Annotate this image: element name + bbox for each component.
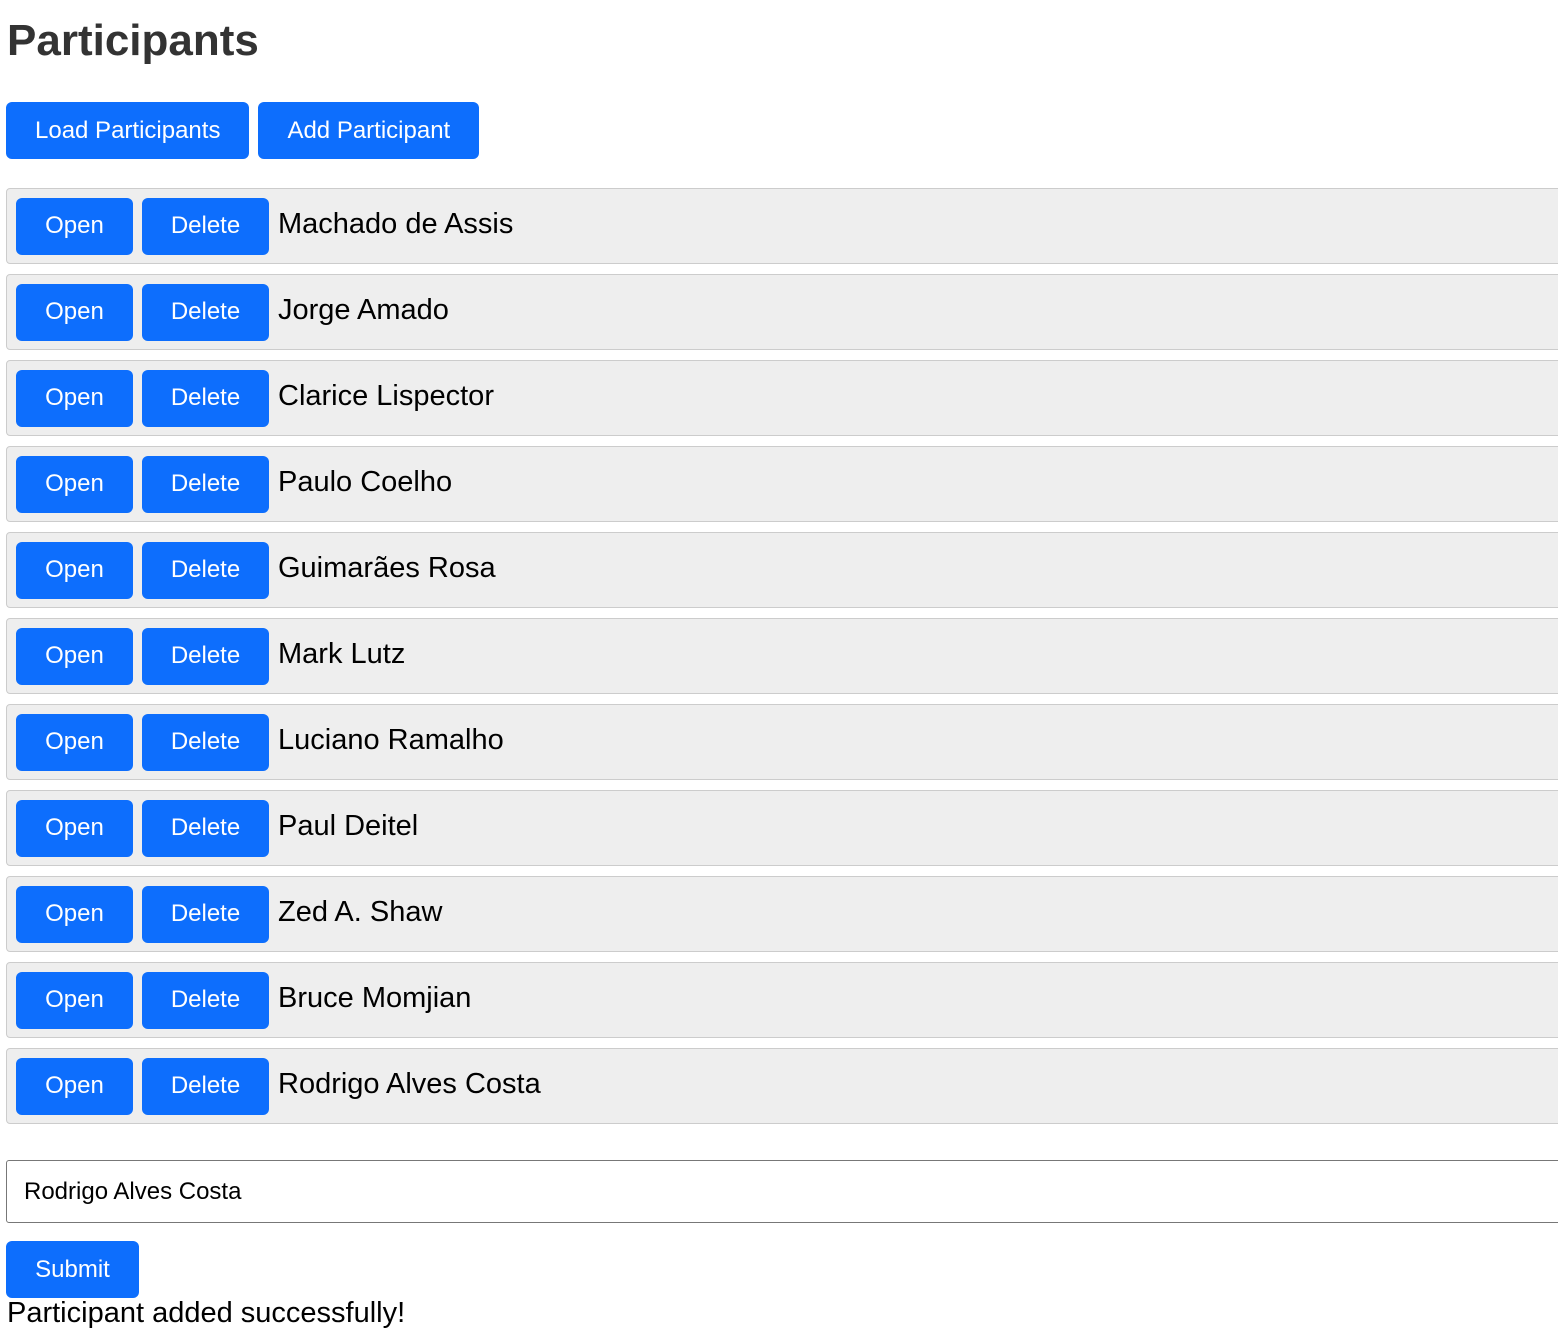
status-message: Participant added successfully! [7, 1297, 406, 1329]
participant-name: Bruce Momjian [278, 982, 472, 1014]
participant-name: Paul Deitel [278, 810, 419, 842]
participant-name: Clarice Lispector [278, 380, 494, 412]
participant-name: Zed A. Shaw [278, 896, 443, 928]
list-item: Open Delete Paul Deitel [6, 790, 1558, 866]
delete-button[interactable]: Delete [142, 197, 269, 255]
delete-button[interactable]: Delete [142, 541, 269, 599]
list-item: Open Delete Zed A. Shaw [6, 876, 1558, 952]
list-item: Open Delete Mark Lutz [6, 618, 1558, 694]
open-button[interactable]: Open [16, 713, 133, 771]
add-participant-button[interactable]: Add Participant [258, 102, 480, 159]
participant-list: Open Delete Machado de Assis Open Delete… [6, 188, 1558, 1134]
delete-button[interactable]: Delete [142, 369, 269, 427]
load-participants-button[interactable]: Load Participants [6, 102, 250, 159]
participant-name: Mark Lutz [278, 638, 406, 670]
delete-button[interactable]: Delete [142, 455, 269, 513]
open-button[interactable]: Open [16, 885, 133, 943]
submit-button[interactable]: Submit [6, 1241, 139, 1298]
participant-name: Machado de Assis [278, 208, 514, 240]
delete-button[interactable]: Delete [142, 885, 269, 943]
list-item: Open Delete Paulo Coelho [6, 446, 1558, 522]
open-button[interactable]: Open [16, 283, 133, 341]
open-button[interactable]: Open [16, 197, 133, 255]
open-button[interactable]: Open [16, 369, 133, 427]
delete-button[interactable]: Delete [142, 799, 269, 857]
delete-button[interactable]: Delete [142, 1057, 269, 1115]
toolbar: Load Participants Add Participant [6, 102, 480, 159]
participant-name: Paulo Coelho [278, 466, 453, 498]
delete-button[interactable]: Delete [142, 283, 269, 341]
open-button[interactable]: Open [16, 627, 133, 685]
participant-name: Jorge Amado [278, 294, 449, 326]
list-item: Open Delete Guimarães Rosa [6, 532, 1558, 608]
open-button[interactable]: Open [16, 799, 133, 857]
participant-name: Luciano Ramalho [278, 724, 504, 756]
list-item: Open Delete Luciano Ramalho [6, 704, 1558, 780]
open-button[interactable]: Open [16, 455, 133, 513]
participant-name: Guimarães Rosa [278, 552, 496, 584]
list-item: Open Delete Bruce Momjian [6, 962, 1558, 1038]
open-button[interactable]: Open [16, 541, 133, 599]
list-item: Open Delete Rodrigo Alves Costa [6, 1048, 1558, 1124]
participant-name: Rodrigo Alves Costa [278, 1068, 541, 1100]
open-button[interactable]: Open [16, 1057, 133, 1115]
open-button[interactable]: Open [16, 971, 133, 1029]
page-title: Participants [7, 16, 259, 65]
list-item: Open Delete Jorge Amado [6, 274, 1558, 350]
delete-button[interactable]: Delete [142, 627, 269, 685]
delete-button[interactable]: Delete [142, 971, 269, 1029]
list-item: Open Delete Machado de Assis [6, 188, 1558, 264]
list-item: Open Delete Clarice Lispector [6, 360, 1558, 436]
participant-name-input[interactable] [6, 1160, 1558, 1223]
delete-button[interactable]: Delete [142, 713, 269, 771]
